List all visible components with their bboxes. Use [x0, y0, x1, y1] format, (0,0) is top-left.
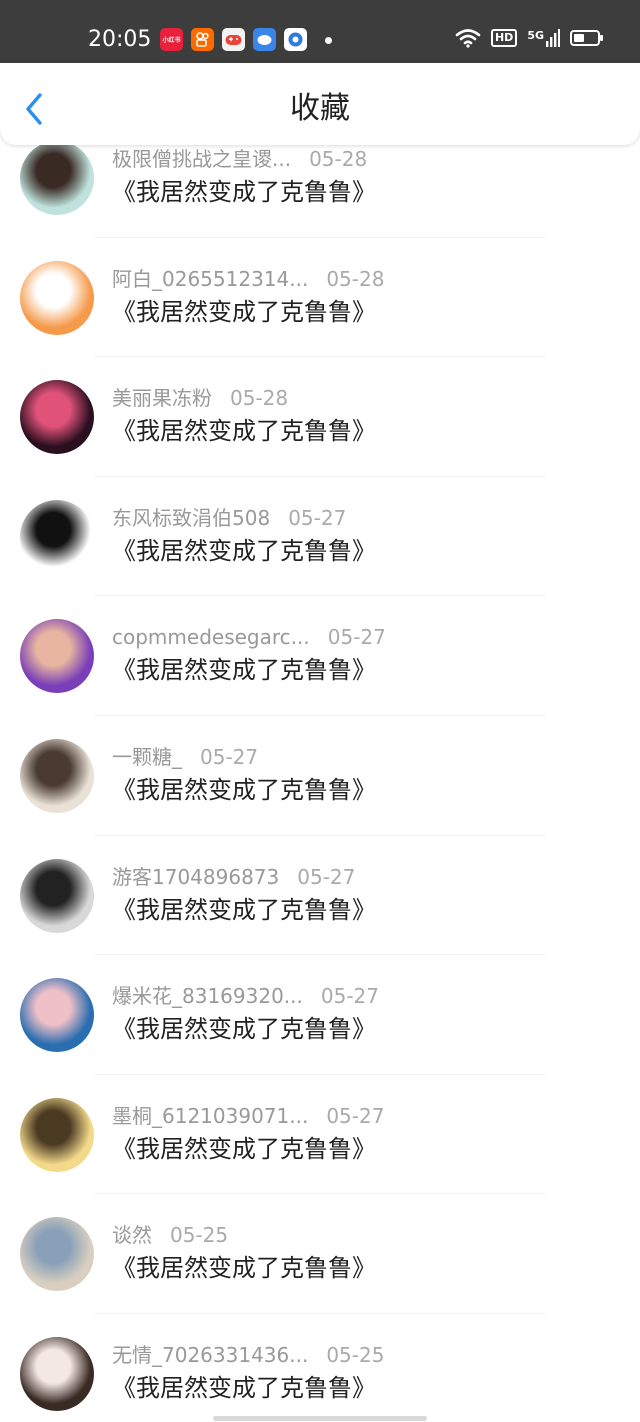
list-item[interactable]: 谈然 05-25 《我居然变成了克鲁鲁》	[0, 1194, 640, 1314]
item-meta: 阿白_0265512314... 05-28	[112, 264, 384, 294]
username: 谈然	[112, 1223, 152, 1248]
date: 05-27	[297, 864, 356, 889]
date: 05-28	[230, 386, 289, 411]
user-avatar[interactable]	[20, 858, 94, 933]
browser-icon	[284, 28, 307, 51]
wifi-icon	[455, 29, 481, 48]
user-avatar[interactable]	[20, 1097, 94, 1172]
list-item[interactable]: 游客1704896873 05-27 《我居然变成了克鲁鲁》	[0, 836, 640, 956]
book-title: 《我居然变成了克鲁鲁》	[112, 536, 376, 565]
book-title: 《我居然变成了克鲁鲁》	[112, 297, 376, 326]
user-avatar[interactable]	[20, 1336, 94, 1411]
system-status-icons: HD 5G	[455, 28, 603, 48]
date: 05-28	[309, 147, 368, 171]
user-avatar[interactable]	[20, 619, 94, 694]
battery-icon	[570, 30, 603, 46]
book-title: 《我居然变成了克鲁鲁》	[112, 1254, 376, 1283]
list-item[interactable]: copmmedesegarc... 05-27 《我居然变成了克鲁鲁》	[0, 596, 640, 716]
item-meta: 墨桐_6121039071... 05-27	[112, 1101, 384, 1131]
item-meta: copmmedesegarc... 05-27	[112, 622, 386, 652]
item-meta: 谈然 05-25	[112, 1220, 228, 1250]
user-avatar[interactable]	[20, 260, 94, 335]
username: 墨桐_6121039071...	[112, 1103, 309, 1128]
date: 05-27	[320, 984, 379, 1009]
date: 05-25	[170, 1223, 229, 1248]
username: 极限僧挑战之皇谡...	[112, 147, 292, 171]
list-item[interactable]: 一颗糖_ 05-27 《我居然变成了克鲁鲁》	[0, 716, 640, 836]
game-icon	[222, 28, 245, 51]
date: 05-27	[200, 744, 259, 769]
date: 05-27	[288, 505, 347, 530]
list-item[interactable]: 东风标致涓伯508 05-27 《我居然变成了克鲁鲁》	[0, 477, 640, 597]
signal-icon: 5G	[527, 29, 560, 47]
user-avatar[interactable]	[20, 380, 94, 455]
xiaohongshu-icon: 小红书	[160, 28, 183, 51]
status-time: 20:05	[88, 27, 152, 52]
list-item[interactable]: 极限僧挑战之皇谡... 05-28 《我居然变成了克鲁鲁》	[0, 145, 640, 238]
network-type-label: 5G	[527, 29, 544, 42]
list-item[interactable]: 爆米花_83169320... 05-27 《我居然变成了克鲁鲁》	[0, 955, 640, 1075]
book-title: 《我居然变成了克鲁鲁》	[112, 656, 376, 685]
username: 游客1704896873	[112, 864, 280, 889]
favorites-list[interactable]: 极限僧挑战之皇谡... 05-28 《我居然变成了克鲁鲁》 阿白_0265512314…	[0, 145, 640, 1415]
book-title: 《我居然变成了克鲁鲁》	[112, 178, 376, 206]
date: 05-27	[326, 1103, 385, 1128]
book-title: 《我居然变成了克鲁鲁》	[112, 417, 376, 446]
kuaishou-icon	[191, 28, 214, 51]
chat-icon	[253, 28, 276, 51]
username: 爆米花_83169320...	[112, 984, 303, 1009]
book-title: 《我居然变成了克鲁鲁》	[112, 895, 376, 924]
notification-app-icons: 小红书	[160, 28, 307, 51]
more-notifications-dot	[325, 37, 332, 44]
item-meta: 游客1704896873 05-27	[112, 862, 355, 892]
date: 05-28	[326, 266, 385, 291]
status-bar: 20:05 小红书 HD 5G	[0, 0, 640, 63]
list-item[interactable]: 阿白_0265512314... 05-28 《我居然变成了克鲁鲁》	[0, 238, 640, 358]
hd-indicator: HD	[490, 29, 518, 47]
item-meta: 无情_7026331436... 05-25	[112, 1340, 384, 1370]
username: copmmedesegarc...	[112, 625, 310, 650]
user-avatar[interactable]	[20, 738, 94, 813]
user-avatar[interactable]	[20, 978, 94, 1053]
book-title: 《我居然变成了克鲁鲁》	[112, 1134, 376, 1163]
book-title: 《我居然变成了克鲁鲁》	[112, 1373, 376, 1402]
page-title: 收藏	[290, 91, 350, 126]
book-title: 《我居然变成了克鲁鲁》	[112, 1015, 376, 1044]
date: 05-25	[326, 1342, 385, 1367]
user-avatar[interactable]	[20, 499, 94, 574]
username: 无情_7026331436...	[112, 1342, 309, 1367]
item-meta: 极限僧挑战之皇谡... 05-28	[112, 145, 367, 174]
list-item[interactable]: 美丽果冻粉 05-28 《我居然变成了克鲁鲁》	[0, 357, 640, 477]
item-meta: 一颗糖_ 05-27	[112, 742, 258, 772]
username: 阿白_0265512314...	[112, 266, 309, 291]
username: 一颗糖_	[112, 744, 182, 769]
username: 东风标致涓伯508	[112, 505, 271, 530]
top-navigation-bar: 收藏	[0, 63, 640, 145]
item-meta: 美丽果冻粉 05-28	[112, 383, 288, 413]
date: 05-27	[327, 625, 386, 650]
item-meta: 东风标致涓伯508 05-27	[112, 503, 346, 533]
user-avatar[interactable]	[20, 1217, 94, 1292]
book-title: 《我居然变成了克鲁鲁》	[112, 775, 376, 804]
list-item[interactable]: 无情_7026331436... 05-25 《我居然变成了克鲁鲁》	[0, 1314, 640, 1415]
list-item[interactable]: 墨桐_6121039071... 05-27 《我居然变成了克鲁鲁》	[0, 1075, 640, 1195]
username: 美丽果冻粉	[112, 386, 212, 411]
user-avatar[interactable]	[20, 145, 94, 215]
home-indicator[interactable]	[213, 1416, 427, 1421]
item-meta: 爆米花_83169320... 05-27	[112, 981, 379, 1011]
